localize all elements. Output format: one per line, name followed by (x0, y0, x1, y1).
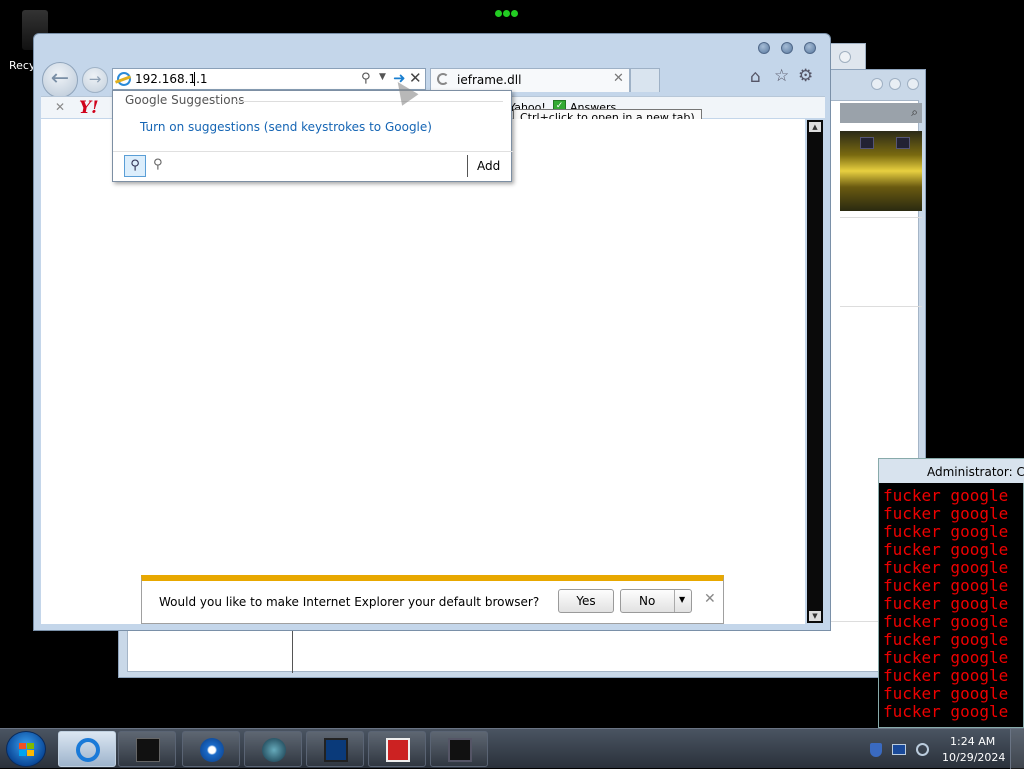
window-control-button[interactable] (839, 51, 851, 63)
vertical-scrollbar[interactable]: ▲ ▼ (807, 120, 823, 623)
forward-button[interactable]: → (82, 67, 108, 93)
recycle-bin-label: Recy (9, 59, 36, 72)
taskbar-cmd[interactable] (430, 731, 488, 767)
taskbar-toolbox-app[interactable] (368, 731, 426, 767)
forward-icon: → (88, 70, 102, 88)
minimize-button[interactable] (758, 42, 770, 54)
home-icon[interactable]: ⌂ (750, 67, 761, 87)
taskbar-internet-explorer[interactable] (58, 731, 116, 767)
media-player-icon (200, 738, 224, 762)
clock-date[interactable]: 10/29/2024 (942, 751, 1005, 764)
box-icon (136, 738, 160, 762)
new-tab-button[interactable] (630, 68, 660, 92)
cmd-output-line: fucker google (883, 504, 1009, 523)
cmd-output-line: fucker google (883, 540, 1009, 559)
favorites-star-icon[interactable]: ☆ (774, 66, 789, 86)
toolbox-icon (386, 738, 410, 762)
search-provider-icon[interactable]: ⚲ (124, 155, 146, 177)
start-orb-icon (19, 743, 35, 757)
default-browser-notification: Would you like to make Internet Explorer… (141, 575, 724, 624)
taskbar: 1:24 AM 10/29/2024 (0, 728, 1024, 769)
show-desktop-button[interactable] (1010, 729, 1024, 769)
cmd-window-title: Administrator: C:\Windows\system32\cmd.e… (879, 459, 1024, 483)
taskbar-media-player[interactable] (182, 731, 240, 767)
gadget-indicator (495, 6, 525, 17)
cmd-output-line: fucker google (883, 576, 1009, 595)
divider (113, 151, 513, 152)
search-provider-icon[interactable]: ⚲ (153, 157, 163, 172)
monitor-icon (324, 738, 348, 762)
cmd-output-line: fucker google (883, 487, 1009, 505)
close-icon[interactable]: ✕ (55, 100, 65, 114)
maximize-button[interactable] (889, 78, 901, 90)
cmd-output-line: fucker google (883, 630, 1009, 649)
divider (235, 101, 503, 102)
notification-text: Would you like to make Internet Explorer… (159, 595, 540, 609)
cmd-output-line: fucker google (883, 684, 1009, 703)
no-button-label: No (639, 594, 656, 608)
banner-thumbnail (860, 137, 874, 149)
loading-spinner-icon (437, 73, 449, 85)
cmd-output-line: fucker google (883, 558, 1009, 577)
close-icon[interactable]: ✕ (704, 591, 716, 607)
search-icon[interactable]: ⚲ (361, 71, 371, 86)
cmd-output-line: fucker google (883, 648, 1009, 667)
yes-button[interactable]: Yes (558, 589, 614, 613)
cmd-output-line: fucker google (883, 594, 1009, 613)
cmd-output-line: fucker google (883, 702, 1009, 721)
search-icon[interactable]: ⌕ (911, 105, 918, 120)
taskbar-remote-desktop[interactable] (306, 731, 364, 767)
cmd-window[interactable]: Administrator: C:\Windows\system32\cmd.e… (878, 458, 1024, 728)
banner-thumbnail (896, 137, 910, 149)
add-provider-button[interactable]: Add (477, 159, 500, 173)
turn-on-suggestions-link[interactable]: Turn on suggestions (send keystrokes to … (140, 120, 432, 134)
suggestions-header: Google Suggestions (125, 93, 245, 107)
maximize-button[interactable] (781, 42, 793, 54)
network-icon[interactable] (892, 744, 906, 755)
taskbar-globe-app[interactable] (244, 731, 302, 767)
yahoo-logo[interactable]: Y! (79, 98, 99, 118)
system-tray: 1:24 AM 10/29/2024 (862, 731, 1012, 767)
close-button[interactable] (907, 78, 919, 90)
back-button[interactable]: ← (42, 62, 78, 98)
split-divider (674, 590, 675, 612)
volume-icon[interactable] (916, 743, 929, 756)
close-button[interactable] (804, 42, 816, 54)
globe-icon (262, 738, 286, 762)
close-icon[interactable]: ✕ (613, 71, 624, 86)
security-shield-icon[interactable] (870, 743, 882, 757)
taskbar-app-2[interactable] (118, 731, 176, 767)
cmd-output: fucker google fucker google fucker google f… (883, 487, 1023, 721)
minimize-button[interactable] (871, 78, 883, 90)
page-content (41, 119, 805, 624)
console-icon (448, 738, 472, 762)
gear-icon[interactable]: ⚙ (798, 66, 813, 86)
ie-window[interactable]: ← → 192.168.1.1 ⚲ ▼ ➜ ✕ ieframe.dll ✕ ⌂ … (33, 33, 831, 631)
scroll-down-arrow-icon[interactable]: ▼ (809, 611, 821, 621)
cmd-output-line: fucker google (883, 522, 1009, 541)
address-input[interactable]: 192.168.1.1 (135, 72, 208, 86)
chevron-down-icon[interactable]: ▼ (679, 595, 685, 604)
clock-time[interactable]: 1:24 AM (950, 735, 995, 748)
address-suggestions-dropdown: Google Suggestions Turn on suggestions (… (112, 90, 513, 182)
background-window-edge (826, 43, 866, 69)
tab-label: ieframe.dll (457, 73, 522, 87)
ie-page-icon (117, 72, 131, 86)
background-search-box[interactable]: ⌕ (840, 103, 922, 123)
tab-ieframe[interactable]: ieframe.dll ✕ (430, 68, 630, 92)
chevron-down-icon[interactable]: ▼ (379, 72, 386, 82)
address-bar[interactable]: 192.168.1.1 ⚲ ▼ ➜ ✕ (112, 68, 426, 90)
back-icon: ← (50, 66, 70, 91)
text-caret (194, 72, 195, 86)
start-button[interactable] (6, 731, 46, 767)
background-banner-image (840, 131, 922, 211)
internet-explorer-icon (76, 738, 100, 762)
scroll-up-arrow-icon[interactable]: ▲ (809, 122, 821, 132)
background-divider (840, 217, 922, 307)
cmd-output-line: fucker google (883, 612, 1009, 631)
cmd-output-line: fucker google (883, 666, 1009, 685)
no-button[interactable]: No ▼ (620, 589, 692, 613)
divider (467, 155, 468, 177)
